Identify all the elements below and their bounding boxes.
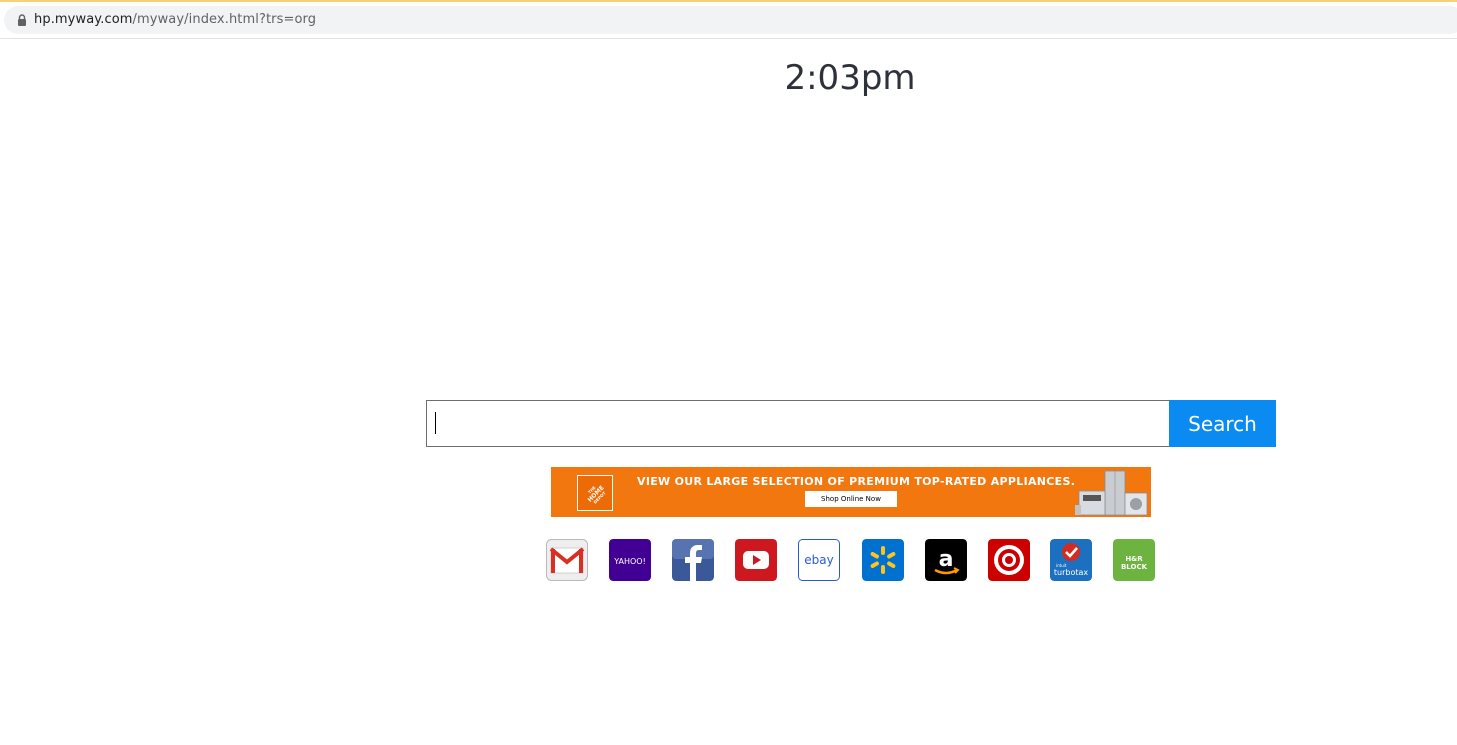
quick-link-amazon[interactable]: a [925,539,967,581]
url-field[interactable]: hp.myway.com/myway/index.html?trs=org [4,6,1457,34]
clock-time: 2:03pm [784,58,916,98]
target-icon [988,539,1030,581]
quick-link-facebook[interactable] [672,539,714,581]
quick-link-walmart[interactable] [862,539,904,581]
search-button[interactable]: Search [1169,400,1276,447]
appliances-image [1075,470,1148,516]
shop-online-button[interactable]: Shop Online Now [805,491,897,507]
quick-link-yahoo[interactable]: YAHOO! [609,539,651,581]
home-depot-ad-banner[interactable]: THE HOME DEPOT VIEW OUR LARGE SELECTION … [551,467,1151,517]
amazon-icon: a [925,539,967,581]
lock-icon [18,14,26,26]
url-text: hp.myway.com/myway/index.html?trs=org [34,12,316,27]
walmart-icon [862,539,904,581]
ebay-icon: ebay [798,539,840,581]
turbotax-icon: intuit turbotax [1050,539,1092,581]
home-depot-logo: THE HOME DEPOT [577,475,613,511]
quick-link-youtube[interactable] [735,539,777,581]
quick-link-gmail[interactable] [546,539,588,581]
turbotax-label: turbotax [1054,568,1089,577]
url-path: /myway/index.html?trs=org [132,12,317,27]
yahoo-label: YAHOO! [613,557,646,566]
browser-address-bar: hp.myway.com/myway/index.html?trs=org [0,2,1457,39]
youtube-icon [735,539,777,581]
url-host: hp.myway.com [34,12,133,27]
hrblock-icon: H&R BLOCK [1113,539,1155,581]
amazon-label: a [939,547,954,572]
text-caret [435,412,436,434]
banner-headline: VIEW OUR LARGE SELECTION OF PREMIUM TOP-… [637,475,1076,488]
yahoo-icon: YAHOO! [609,539,651,581]
ebay-label: ebay [804,553,833,567]
search-input[interactable] [426,400,1177,447]
quick-link-ebay[interactable]: ebay [798,539,840,581]
gmail-icon [546,539,588,581]
quick-link-target[interactable] [988,539,1030,581]
quick-link-hrblock[interactable]: H&R BLOCK [1113,539,1155,581]
facebook-icon [672,539,714,581]
quick-link-turbotax[interactable]: intuit turbotax [1050,539,1092,581]
